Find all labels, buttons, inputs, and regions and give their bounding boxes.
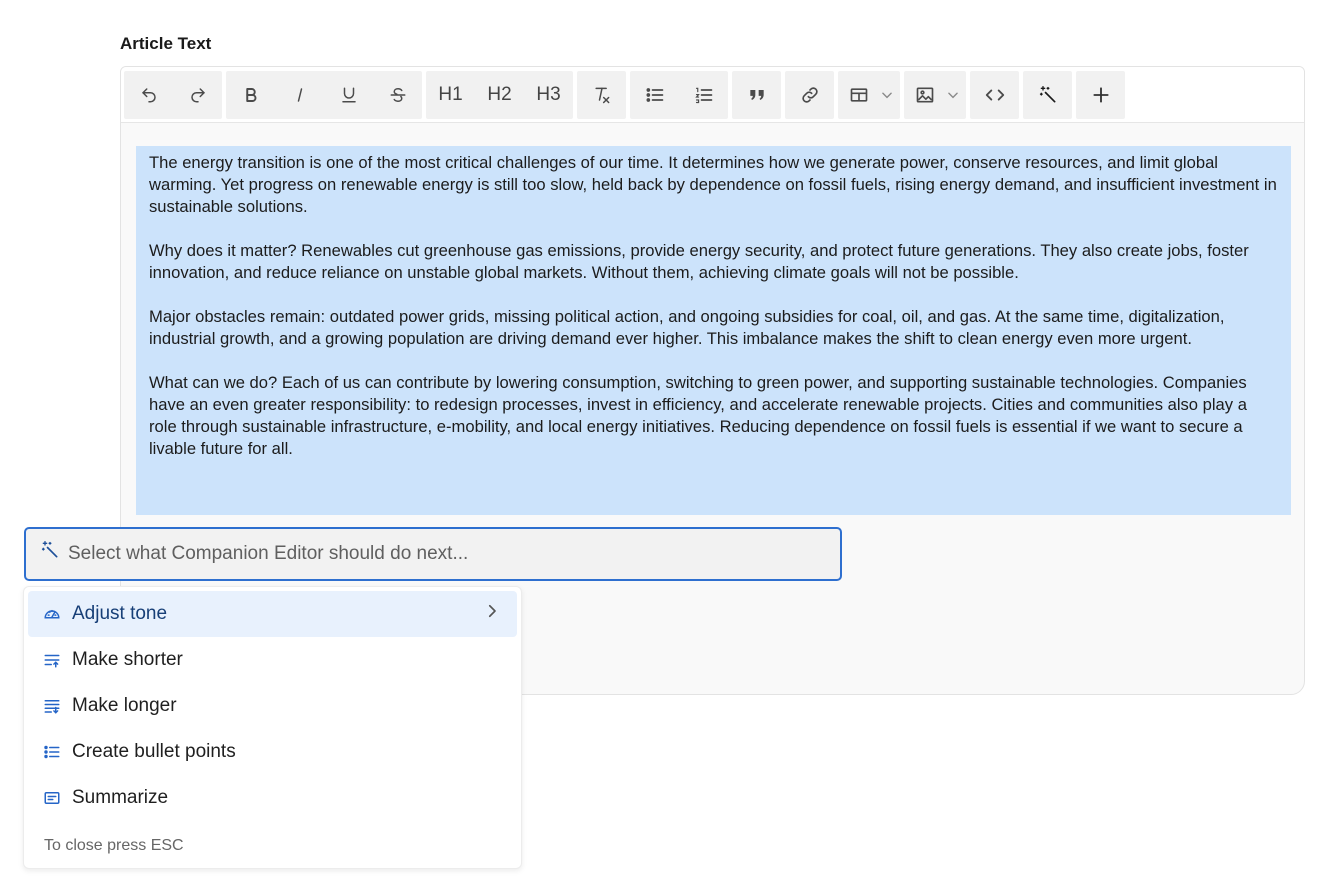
menu-item-make-longer[interactable]: Make longer	[28, 683, 517, 729]
underline-button[interactable]	[324, 71, 373, 119]
bullet-list-button[interactable]	[630, 71, 679, 119]
numbered-list-button[interactable]	[679, 71, 728, 119]
menu-item-label: Make shorter	[72, 649, 183, 670]
code-icon	[985, 89, 1004, 100]
menu-item-make-shorter[interactable]: Make shorter	[28, 637, 517, 683]
chevron-right-icon	[483, 602, 501, 626]
image-dropdown-button[interactable]	[946, 71, 966, 119]
ai-group	[1023, 70, 1072, 119]
link-button[interactable]	[785, 71, 834, 119]
lines-longer-icon	[43, 696, 63, 716]
strikethrough-icon	[390, 87, 405, 102]
plus-icon	[1092, 86, 1109, 103]
summary-card-icon	[43, 788, 63, 808]
table-dropdown-button[interactable]	[880, 71, 900, 119]
clear-format-button[interactable]	[577, 71, 626, 119]
link-group	[785, 70, 834, 119]
menu-item-label: Create bullet points	[72, 741, 236, 762]
heading-1-button[interactable]: H1	[426, 71, 475, 119]
strikethrough-button[interactable]	[373, 71, 422, 119]
editor-toolbar: H1 H2 H3	[121, 67, 1304, 123]
chevron-down-icon	[948, 92, 958, 98]
menu-close-hint: To close press ESC	[44, 837, 184, 854]
code-group	[970, 70, 1019, 119]
heading-group: H1 H2 H3	[426, 70, 573, 119]
bullet-list-icon	[43, 742, 63, 762]
ai-actions-menu: Adjust tone Make shorter Make longer Cre…	[23, 586, 522, 869]
menu-item-label: Adjust tone	[72, 603, 168, 624]
image-icon	[916, 87, 934, 102]
ai-command-input[interactable]	[68, 543, 788, 565]
table-button[interactable]	[838, 71, 880, 119]
image-group	[904, 70, 966, 119]
bold-icon	[245, 87, 256, 102]
heading-2-button[interactable]: H2	[475, 71, 524, 119]
paragraph: Why does it matter? Renewables cut green…	[149, 241, 1249, 282]
italic-button[interactable]	[275, 71, 324, 119]
numbered-list-icon	[694, 87, 712, 103]
menu-item-label: Make longer	[72, 695, 177, 716]
ai-command-bar	[24, 527, 842, 581]
magic-wand-icon	[41, 541, 58, 558]
chevron-down-icon	[882, 92, 892, 98]
blockquote-button[interactable]	[732, 71, 781, 119]
italic-icon	[297, 87, 302, 102]
editor-content[interactable]: The energy transition is one of the most…	[136, 146, 1291, 515]
table-icon	[850, 87, 868, 102]
clear-group	[577, 70, 626, 119]
heading-3-button[interactable]: H3	[524, 71, 573, 119]
lines-shorter-icon	[43, 650, 63, 670]
format-group	[226, 70, 422, 119]
quote-group	[732, 70, 781, 119]
image-button[interactable]	[904, 71, 946, 119]
menu-item-create-bullet-points[interactable]: Create bullet points	[28, 729, 517, 775]
insert-button[interactable]	[1076, 71, 1125, 119]
underline-icon	[341, 87, 356, 102]
ai-assistant-button[interactable]	[1023, 71, 1072, 119]
menu-item-label: Summarize	[72, 787, 169, 808]
menu-item-summarize[interactable]: Summarize	[28, 775, 517, 821]
code-button[interactable]	[970, 71, 1019, 119]
paragraph: The energy transition is one of the most…	[149, 153, 1277, 216]
undo-icon	[141, 87, 156, 102]
bullet-list-icon	[645, 87, 663, 102]
paragraph: Major obstacles remain: outdated power g…	[149, 307, 1225, 348]
bold-button[interactable]	[226, 71, 275, 119]
gauge-icon	[43, 604, 63, 624]
redo-button[interactable]	[173, 71, 222, 119]
paragraph: What can we do? Each of us can contribut…	[149, 373, 1247, 458]
history-group	[124, 70, 222, 119]
table-group	[838, 70, 900, 119]
menu-item-adjust-tone[interactable]: Adjust tone	[28, 591, 517, 637]
insert-group	[1076, 70, 1125, 119]
quote-icon	[749, 89, 764, 100]
undo-button[interactable]	[124, 71, 173, 119]
list-group	[630, 70, 728, 119]
magic-wand-icon	[1039, 85, 1055, 102]
link-icon	[801, 86, 818, 103]
clear-format-icon	[594, 87, 609, 103]
field-label: Article Text	[120, 34, 212, 53]
redo-icon	[190, 87, 205, 102]
